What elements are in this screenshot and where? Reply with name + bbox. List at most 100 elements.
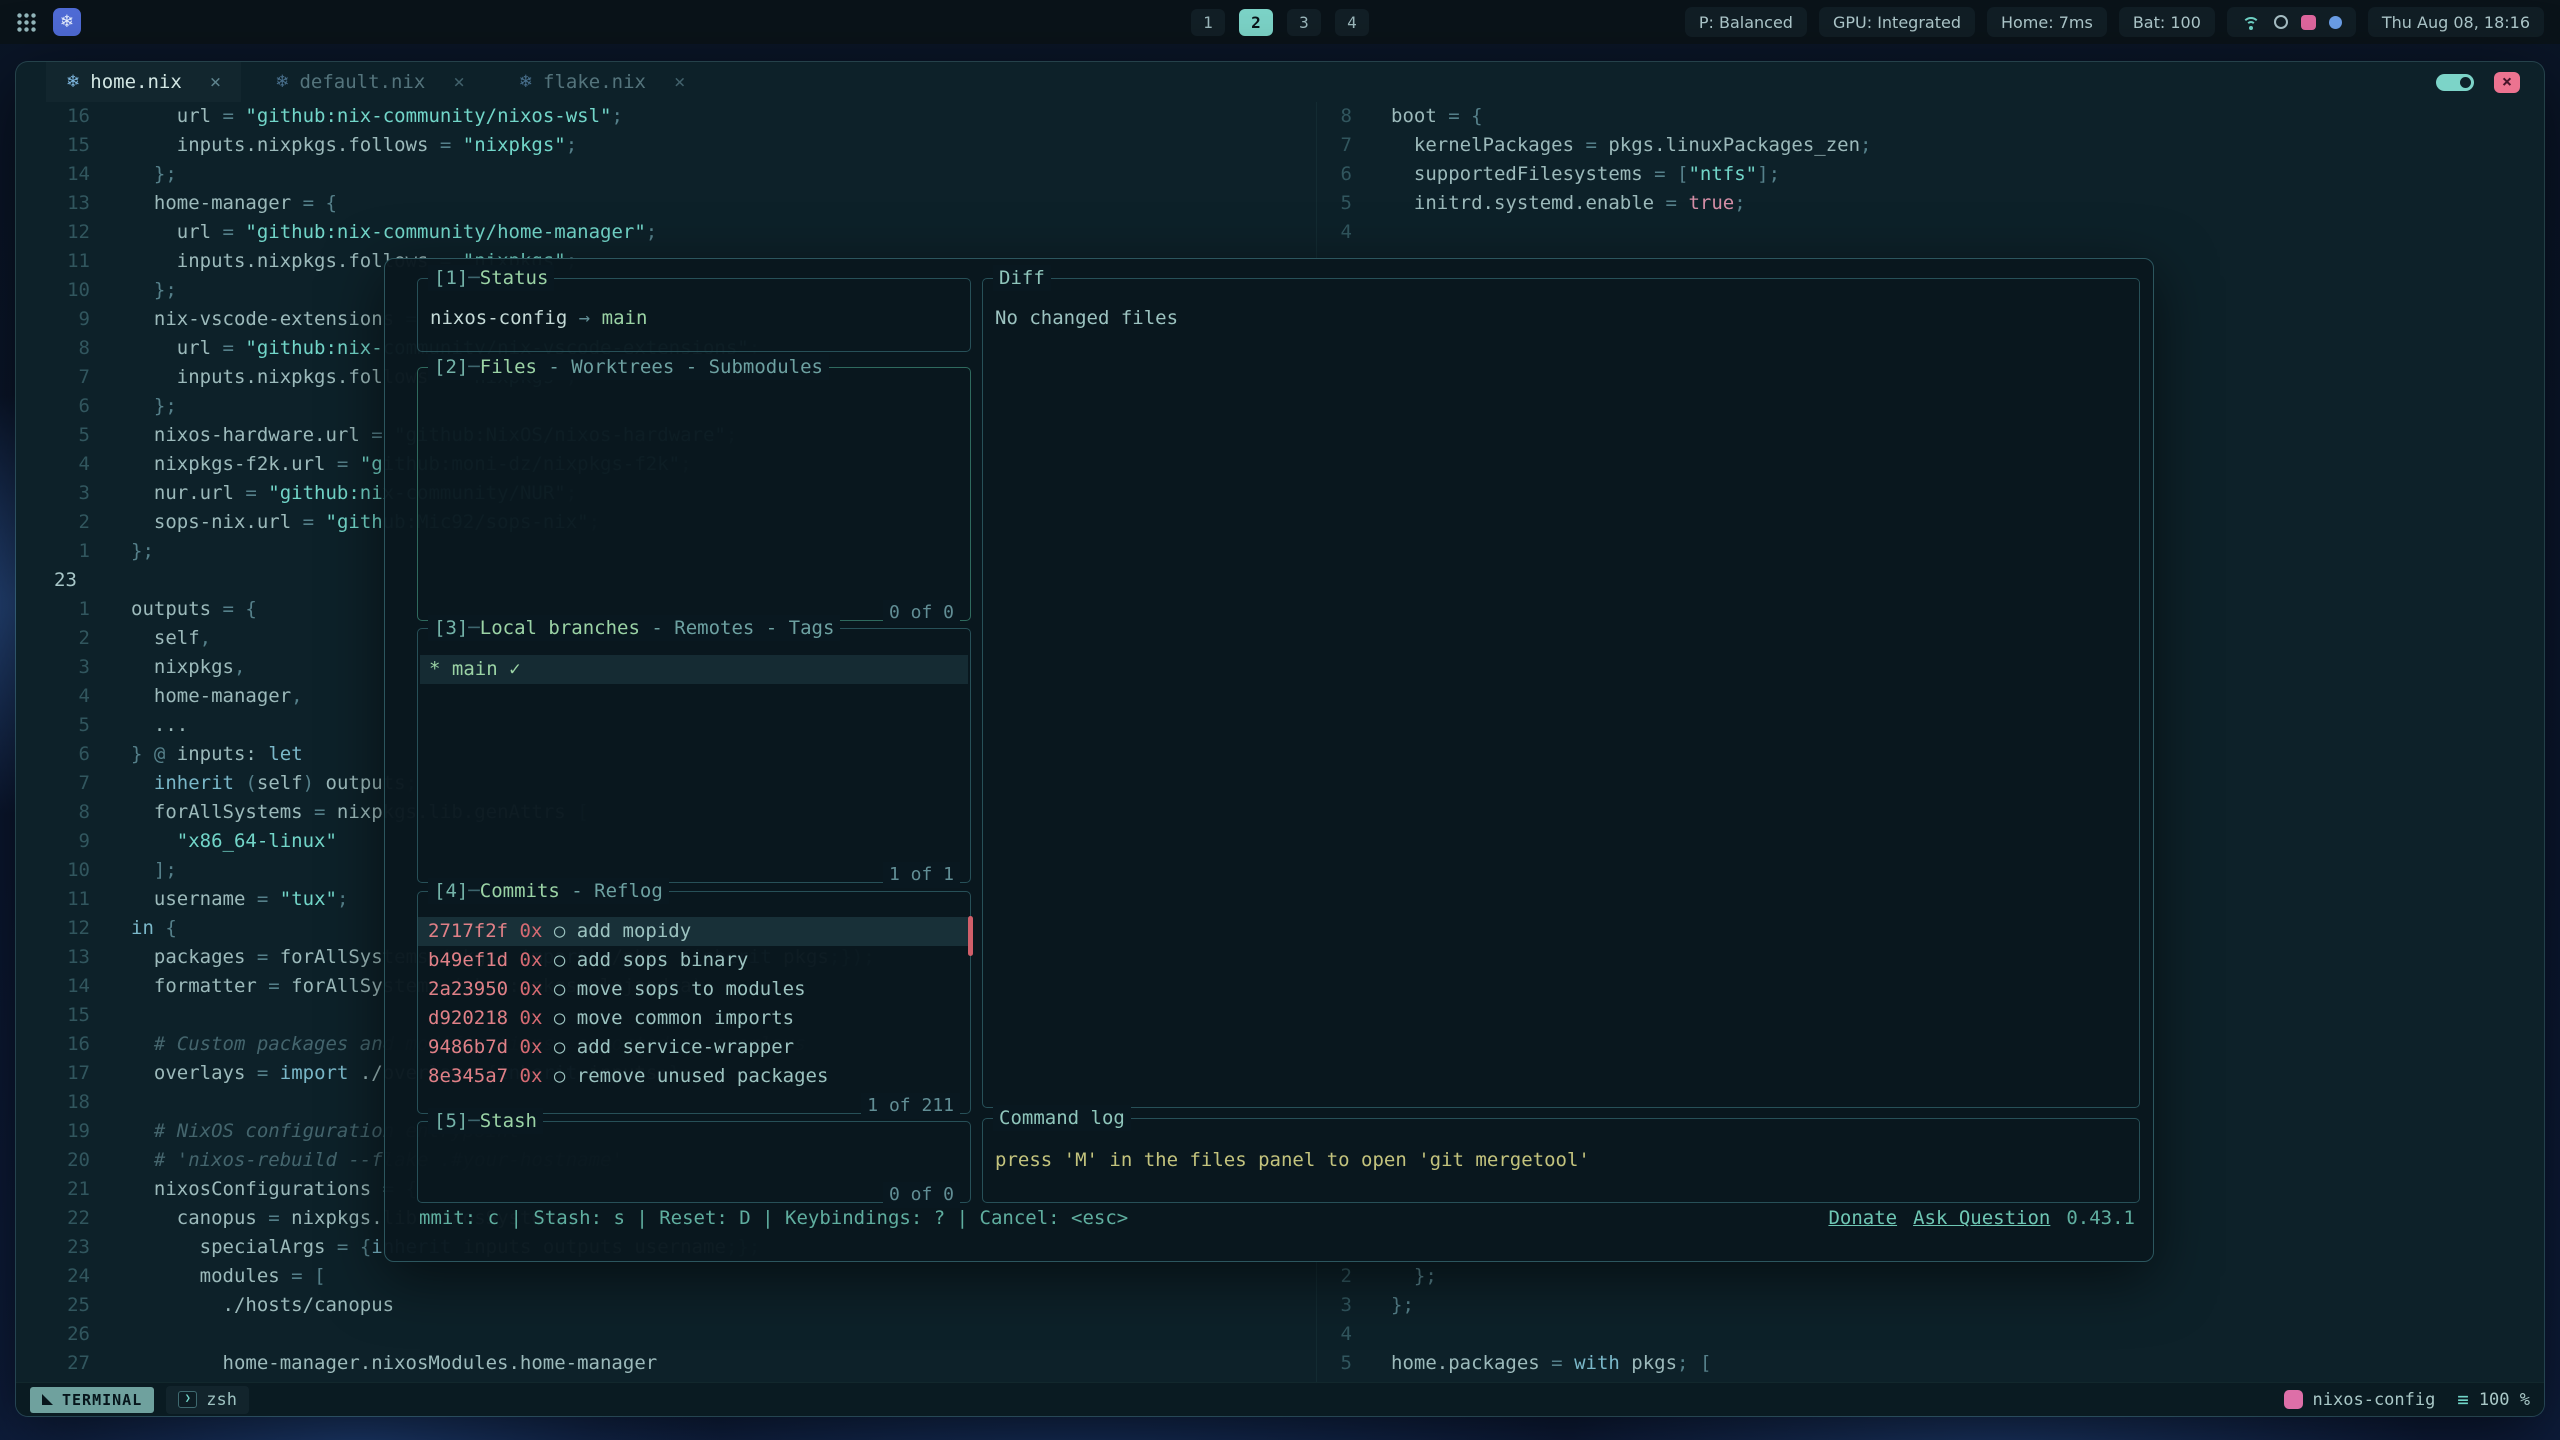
line-number: 7	[16, 769, 90, 798]
workspace-button-2[interactable]: 2	[1239, 9, 1273, 36]
line-number: 15	[16, 1001, 90, 1030]
line-text: home-manager.nixosModules.home-manager	[131, 1349, 657, 1378]
tab-label: flake.nix	[543, 71, 646, 93]
line-text: modules = [	[131, 1262, 326, 1291]
window-close-button[interactable]: ×	[2494, 72, 2520, 93]
line-text: };	[131, 160, 177, 189]
commit-author: 0x	[520, 1007, 543, 1029]
stash-panel-title: [5]Stash	[428, 1108, 543, 1134]
line-number: 4	[16, 682, 90, 711]
top-bar: ❄ 1234 P: BalancedGPU: IntegratedHome: 7…	[0, 0, 2560, 44]
line-text: };	[131, 537, 154, 566]
line-text: username = "tux";	[131, 885, 348, 914]
window-toggle-pill[interactable]	[2436, 74, 2474, 91]
line-number: 5	[1323, 1349, 1352, 1378]
shell-tab[interactable]: ❯ zsh	[166, 1386, 249, 1414]
status-pill: Bat: 100	[2119, 7, 2215, 37]
line-text: };	[131, 276, 177, 305]
nix-icon: ❄	[66, 72, 80, 92]
code-line: 4	[1323, 218, 1871, 247]
scroll-position: ≡ 100 %	[2457, 1389, 2530, 1411]
commit-author: 0x	[520, 1036, 543, 1058]
commit-row[interactable]: 9486b7d 0x ○ add service-wrapper	[418, 1033, 970, 1062]
editor-tab[interactable]: ❄home.nix×	[46, 62, 241, 102]
code-line: 16 url = "github:nix-community/nixos-wsl…	[16, 102, 1316, 131]
line-number: 10	[16, 856, 90, 885]
commit-row[interactable]: b49ef1d 0x ○ add sops binary	[418, 946, 970, 975]
nix-icon: ❄	[275, 72, 289, 92]
tab-close-icon[interactable]: ×	[674, 71, 685, 93]
editor-pane-right-bottom[interactable]: 2 };3};45home.packages = with pkgs; [	[1323, 1262, 1711, 1378]
status-pill: GPU: Integrated	[1819, 7, 1975, 37]
lazygit-diff-panel[interactable]: Diff No changed files	[982, 278, 2140, 1108]
line-text: };	[131, 392, 177, 421]
line-text: home.packages = with pkgs; [	[1391, 1349, 1711, 1378]
lazygit-branches-panel[interactable]: [3]Local branches - Remotes - Tags * mai…	[417, 628, 971, 883]
commit-row[interactable]: 2a23950 0x ○ move sops to modules	[418, 975, 970, 1004]
commit-author: 0x	[520, 949, 543, 971]
donate-link[interactable]: Donate	[1828, 1203, 1897, 1233]
branches-panel-title: [3]Local branches - Remotes - Tags	[428, 615, 840, 641]
workspace-button-1[interactable]: 1	[1191, 9, 1225, 36]
line-text: nixpkgs,	[131, 653, 245, 682]
workspace-button-4[interactable]: 4	[1335, 9, 1369, 36]
commits-scrollbar[interactable]	[968, 916, 973, 956]
lazygit-files-panel[interactable]: [2]Files - Worktrees - Submodules 0 of 0	[417, 367, 971, 621]
editor-tabs: ❄home.nix×❄default.nix×❄flake.nix×	[46, 62, 705, 102]
branch-row[interactable]: * main ✓	[420, 655, 968, 684]
commit-node-icon: ○	[554, 920, 565, 942]
editor-pane-right-top[interactable]: 8boot = {7 kernelPackages = pkgs.linuxPa…	[1323, 102, 1871, 247]
commit-node-icon: ○	[554, 978, 565, 1000]
lazygit-stash-panel[interactable]: [5]Stash 0 of 0	[417, 1121, 971, 1203]
line-number: 12	[16, 914, 90, 943]
window-controls: ×	[2436, 72, 2520, 93]
line-number: 6	[1323, 160, 1352, 189]
commit-hash: 9486b7d	[428, 1036, 508, 1058]
lazygit-commits-panel[interactable]: [4]Commits - Reflog 2717f2f 0x ○ add mop…	[417, 891, 971, 1114]
line-text: };	[1391, 1291, 1414, 1320]
editor-tab[interactable]: ❄ flake.nix ×	[499, 62, 706, 102]
apps-grid-icon[interactable]	[16, 12, 37, 33]
line-text: ...	[131, 711, 188, 740]
power-icon[interactable]	[2329, 16, 2342, 29]
top-bar-left: ❄	[16, 8, 81, 36]
command-log-content: press 'M' in the files panel to open 'gi…	[983, 1119, 2139, 1171]
line-text: self,	[131, 624, 211, 653]
workspace-button-3[interactable]: 3	[1287, 9, 1321, 36]
shell-label: zsh	[206, 1390, 237, 1410]
line-text: url = "github:nix-community/home-manager…	[131, 218, 657, 247]
media-icon[interactable]	[2301, 15, 2316, 30]
nix-launcher-icon[interactable]: ❄	[53, 8, 81, 36]
tab-close-icon[interactable]: ×	[453, 71, 464, 93]
commit-message: add service-wrapper	[577, 1036, 794, 1058]
nix-icon: ❄	[519, 72, 533, 92]
notification-icon[interactable]	[2274, 15, 2288, 29]
code-line: 3};	[1323, 1291, 1711, 1320]
commit-row[interactable]: 8e345a7 0x ○ remove unused packages	[418, 1062, 970, 1091]
repo-label: nixos-config	[2313, 1390, 2436, 1410]
line-number: 1	[16, 595, 90, 624]
commit-row[interactable]: 2717f2f 0x ○ add mopidy	[418, 917, 970, 946]
wifi-icon[interactable]	[2241, 14, 2261, 30]
line-number: 4	[1323, 218, 1352, 247]
editor-tab[interactable]: ❄default.nix×	[255, 62, 485, 102]
ask-question-link[interactable]: Ask Question	[1913, 1203, 2050, 1233]
lazygit-status-panel[interactable]: [1]Status nixos-config → main	[417, 278, 971, 352]
line-number: 8	[1323, 102, 1352, 131]
line-number: 22	[16, 1204, 90, 1233]
commits-panel-title: [4]Commits - Reflog	[428, 878, 669, 904]
diff-panel-title: Diff	[993, 265, 1051, 291]
status-pills: P: BalancedGPU: IntegratedHome: 7msBat: …	[1685, 7, 2215, 37]
commit-row[interactable]: d920218 0x ○ move common imports	[418, 1004, 970, 1033]
line-number: 24	[16, 1262, 90, 1291]
code-line: 27 home-manager.nixosModules.home-manage…	[16, 1349, 1316, 1378]
line-number: 5	[16, 711, 90, 740]
line-number: 7	[1323, 131, 1352, 160]
lazygit-command-log-panel[interactable]: Command log press 'M' in the files panel…	[982, 1118, 2140, 1203]
line-text: url = "github:nix-community/nixos-wsl";	[131, 102, 623, 131]
code-line: 13 home-manager = {	[16, 189, 1316, 218]
tab-close-icon[interactable]: ×	[210, 71, 221, 93]
line-text: inherit (self) outputs;	[131, 769, 417, 798]
line-text: nixosConfigurations = {	[131, 1175, 417, 1204]
line-number: 9	[16, 827, 90, 856]
